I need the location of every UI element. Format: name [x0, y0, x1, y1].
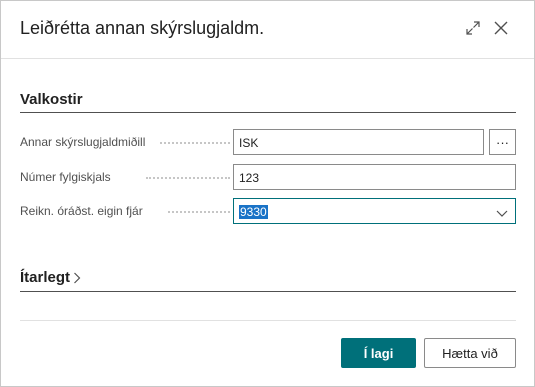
document-number-input[interactable]: 123: [233, 164, 516, 190]
section-label: Ítarlegt: [20, 269, 71, 286]
close-icon[interactable]: [491, 18, 511, 38]
section-title-itarlegt[interactable]: Ítarlegt: [20, 269, 81, 286]
field-leader-dots: [146, 171, 230, 179]
field-row-currency: Annar skýrslugjaldmiðill ISK ···: [20, 129, 516, 155]
cancel-button[interactable]: Hætta við: [424, 338, 516, 368]
footer-divider: [20, 320, 516, 321]
chevron-right-icon: [73, 272, 81, 284]
dialog-header: Leiðrétta annan skýrslugjaldm.: [1, 1, 534, 59]
retained-earnings-dropdown[interactable]: 9330: [233, 198, 516, 224]
dialog: Leiðrétta annan skýrslugjaldm. Valkostir…: [0, 0, 535, 387]
field-row-document-number: Númer fylgiskjals 123: [20, 164, 516, 190]
field-leader-dots: [160, 136, 230, 144]
section-divider: [20, 291, 516, 292]
expand-icon[interactable]: [463, 18, 483, 38]
lookup-button[interactable]: ···: [489, 129, 516, 155]
section-divider: [20, 112, 516, 113]
selected-value: 9330: [239, 205, 268, 219]
field-label: Númer fylgiskjals: [20, 170, 111, 184]
field-leader-dots: [168, 205, 230, 213]
field-label: Reikn. óráðst. eigin fjár: [20, 204, 143, 218]
ok-button[interactable]: Í lagi: [341, 338, 416, 368]
chevron-down-icon[interactable]: [496, 207, 508, 221]
field-row-retained-earnings: Reikn. óráðst. eigin fjár 9330: [20, 198, 516, 224]
field-label: Annar skýrslugjaldmiðill: [20, 135, 146, 149]
dialog-title: Leiðrétta annan skýrslugjaldm.: [20, 18, 265, 38]
currency-input[interactable]: ISK: [233, 129, 484, 155]
section-title-valkostir: Valkostir: [20, 91, 83, 108]
